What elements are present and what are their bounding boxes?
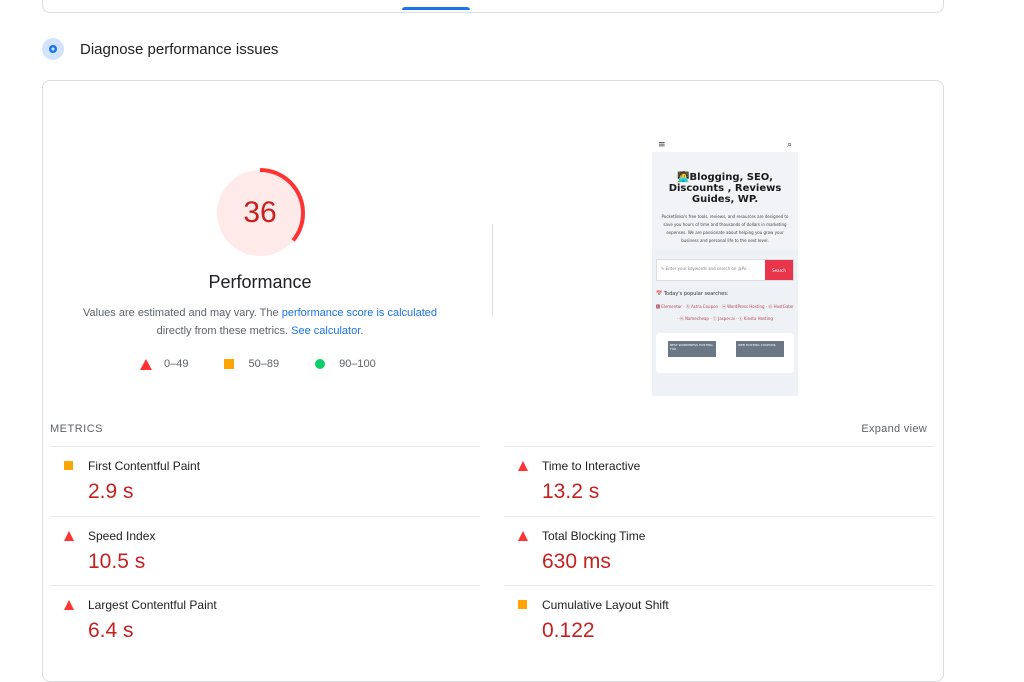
page-screenshot: ≡ ⌕ 🧑‍💻Blogging, SEO, Discounts , Review… xyxy=(652,138,798,396)
metric-value: 10.5 s xyxy=(88,550,146,573)
screenshot-cards: BEST WORDPRESS HOSTING FOR WEB HOSTING C… xyxy=(656,333,794,373)
note-text-2: directly from these metrics. xyxy=(156,325,292,337)
performance-score: 36 xyxy=(243,196,277,229)
screenshot-tags: 🅴 Elementor · Ⓐ Astra Coupon · ⓦ WordPre… xyxy=(656,304,794,321)
screenshot-hero: 🧑‍💻Blogging, SEO, Discounts , Reviews Gu… xyxy=(652,152,798,249)
square-icon xyxy=(224,359,235,369)
screenshot-search-input: ✎ Enter your keywords and search on @Po xyxy=(661,266,747,271)
screenshot-search-button: Search xyxy=(765,260,793,280)
legend-item-pass: 90–100 xyxy=(315,358,376,370)
fail-triangle-icon xyxy=(518,531,528,541)
metric-total-blocking-time: Total Blocking Time 630 ms xyxy=(504,516,934,587)
metric-value: 0.122 xyxy=(542,619,595,642)
vertical-divider xyxy=(492,224,493,316)
metric-largest-contentful-paint: Largest Contentful Paint 6.4 s xyxy=(50,585,480,656)
metric-label: Cumulative Layout Shift xyxy=(542,598,669,612)
metric-value: 630 ms xyxy=(542,550,611,573)
score-note: Values are estimated and may vary. The p… xyxy=(60,304,460,340)
fail-triangle-icon xyxy=(518,461,528,471)
search-icon: ⌕ xyxy=(786,140,792,150)
triangle-icon xyxy=(140,358,152,370)
screenshot-search: ✎ Enter your keywords and search on @Po … xyxy=(656,259,794,281)
score-legend: 0–49 50–89 90–100 xyxy=(140,358,412,370)
circle-icon xyxy=(315,359,326,369)
metrics-heading: METRICS xyxy=(50,423,103,435)
metric-first-contentful-paint: First Contentful Paint 2.9 s xyxy=(50,446,480,517)
metric-label: First Contentful Paint xyxy=(88,459,201,473)
legend-range: 0–49 xyxy=(164,358,189,370)
average-square-icon xyxy=(64,461,73,470)
screenshot-heading: 🧑‍💻Blogging, SEO, Discounts , Reviews Gu… xyxy=(668,172,782,205)
legend-range: 90–100 xyxy=(339,358,376,370)
metric-speed-index: Speed Index 10.5 s xyxy=(50,516,480,587)
screenshot-topbar: ≡ ⌕ xyxy=(652,138,798,152)
see-calculator-link[interactable]: See calculator. xyxy=(291,325,363,337)
previous-card xyxy=(42,0,944,13)
performance-gauge[interactable]: 36 xyxy=(215,168,305,258)
active-tab-indicator xyxy=(402,7,470,10)
metric-time-to-interactive: Time to Interactive 13.2 s xyxy=(504,446,934,517)
expand-view-button[interactable]: Expand view xyxy=(861,423,927,435)
fail-triangle-icon xyxy=(64,600,74,610)
section-title: Diagnose performance issues xyxy=(80,40,279,58)
metric-label: Total Blocking Time xyxy=(542,529,646,543)
metric-cumulative-layout-shift: Cumulative Layout Shift 0.122 xyxy=(504,585,934,656)
legend-range: 50–89 xyxy=(248,358,280,370)
metric-label: Speed Index xyxy=(88,529,156,543)
metric-value: 13.2 s xyxy=(542,480,600,503)
diagnose-icon xyxy=(42,38,64,60)
legend-item-average: 50–89 xyxy=(224,358,279,370)
section-header: Diagnose performance issues xyxy=(42,38,278,60)
metric-label: Time to Interactive xyxy=(542,459,641,473)
metric-label: Largest Contentful Paint xyxy=(88,598,217,612)
metric-value: 2.9 s xyxy=(88,480,134,503)
menu-icon: ≡ xyxy=(658,140,666,150)
performance-label: Performance xyxy=(208,272,312,292)
fail-triangle-icon xyxy=(64,531,74,541)
screenshot-description: Pocketlinko's free tools, reviews, and r… xyxy=(661,214,789,243)
metric-value: 6.4 s xyxy=(88,619,134,642)
note-text-1: Values are estimated and may vary. The xyxy=(82,307,282,319)
average-square-icon xyxy=(518,600,527,609)
performance-score-link[interactable]: performance score is calculated xyxy=(282,307,437,319)
legend-item-fail: 0–49 xyxy=(140,358,188,370)
screenshot-card: WEB HOSTING COUPONS xyxy=(736,341,784,357)
screenshot-popular-title: 📅 Today's popular searches: xyxy=(656,291,729,297)
screenshot-card: BEST WORDPRESS HOSTING FOR xyxy=(668,341,716,357)
